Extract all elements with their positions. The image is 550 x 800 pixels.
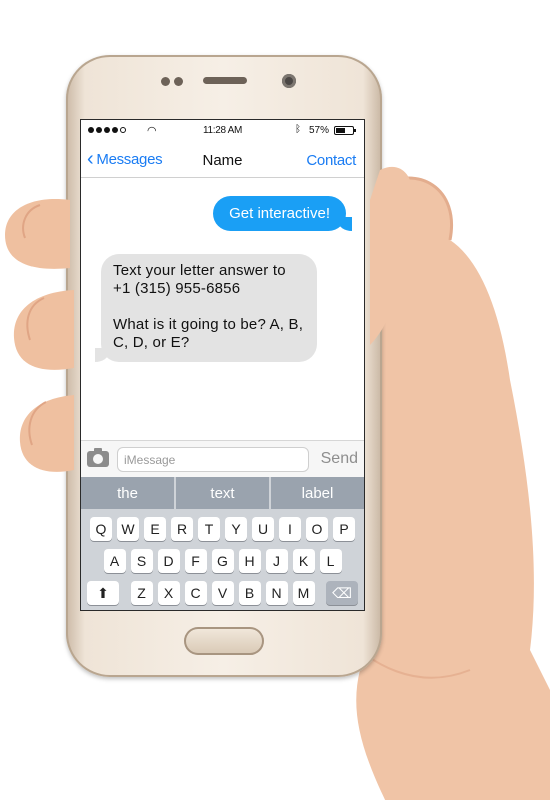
backspace-icon: ⌫ <box>332 584 352 601</box>
letter-key[interactable]: Z <box>130 581 153 605</box>
letter-key[interactable]: X <box>157 581 180 605</box>
front-camera <box>282 74 296 88</box>
bluetooth-icon: ᛒ <box>295 124 301 135</box>
letter-key[interactable]: Y <box>225 517 247 541</box>
letter-key[interactable]: U <box>252 517 274 541</box>
letter-key[interactable]: N <box>265 581 288 605</box>
suggestion-item[interactable]: the <box>81 477 176 509</box>
letter-key[interactable]: H <box>238 549 261 573</box>
letter-key[interactable]: C <box>184 581 207 605</box>
letter-key[interactable]: W <box>117 517 139 541</box>
letter-key[interactable]: A <box>103 549 126 573</box>
on-screen-keyboard: the text label QWERTYUIOP ASDFGHJKL ⬆ ZX… <box>81 477 364 610</box>
conversation-header: ‹ Messages Name Contact <box>81 142 364 178</box>
outgoing-message-text: Get interactive! <box>229 205 330 222</box>
earpiece-speaker <box>203 77 247 84</box>
compose-bar: Send <box>81 440 364 477</box>
battery-icon <box>334 126 356 135</box>
letter-key[interactable]: Q <box>90 517 112 541</box>
letter-key[interactable]: I <box>279 517 301 541</box>
contact-button[interactable]: Contact <box>306 152 356 169</box>
letter-key[interactable]: S <box>130 549 153 573</box>
status-bar: ◠ 11:28 AM ᛒ 57% <box>81 120 364 142</box>
suggestion-item[interactable]: text <box>176 477 271 509</box>
incoming-message-bubble: Text your letter answer to +1 (315) 955-… <box>95 254 317 362</box>
keyboard-row-1: QWERTYUIOP <box>81 517 364 541</box>
imessage-input[interactable] <box>117 447 309 472</box>
letter-key[interactable]: V <box>211 581 234 605</box>
incoming-message-line: Text your letter answer to +1 (315) 955-… <box>113 262 286 297</box>
letter-key[interactable]: F <box>184 549 207 573</box>
chevron-left-icon: ‹ <box>87 148 94 170</box>
letter-key[interactable]: E <box>144 517 166 541</box>
battery-percentage: 57% <box>309 125 330 136</box>
letter-key[interactable]: M <box>292 581 315 605</box>
letter-key[interactable]: D <box>157 549 180 573</box>
keyboard-row-2: ASDFGHJKL <box>81 549 364 573</box>
predictive-text-bar: the text label <box>81 477 364 509</box>
keyboard-row-3: ⬆ ZXCVBNM ⌫ <box>81 581 364 605</box>
message-thread: Get interactive! Text your letter answer… <box>81 178 364 440</box>
sensor-dot <box>161 77 170 86</box>
letter-key[interactable]: G <box>211 549 234 573</box>
letter-key[interactable]: R <box>171 517 193 541</box>
letter-key[interactable]: T <box>198 517 220 541</box>
outgoing-message-bubble: Get interactive! <box>213 196 352 231</box>
smartphone: ◠ 11:28 AM ᛒ 57% ‹ Messages Name Contact… <box>66 55 382 677</box>
home-button[interactable] <box>184 627 264 655</box>
suggestion-item[interactable]: label <box>271 477 364 509</box>
shift-arrow-icon: ⬆ <box>97 584 109 601</box>
sensor-dot <box>174 77 183 86</box>
letter-key[interactable]: L <box>319 549 342 573</box>
backspace-key[interactable]: ⌫ <box>326 581 358 605</box>
camera-icon[interactable] <box>87 448 109 467</box>
battery-level-fill <box>336 128 346 133</box>
phone-screen: ◠ 11:28 AM ᛒ 57% ‹ Messages Name Contact… <box>81 120 364 610</box>
back-button-label: Messages <box>96 150 163 168</box>
letter-key[interactable]: O <box>306 517 328 541</box>
letter-key[interactable]: J <box>265 549 288 573</box>
incoming-message-line: What is it going to be? A, B, C, D, or E… <box>113 316 304 351</box>
letter-key[interactable]: B <box>238 581 261 605</box>
shift-key[interactable]: ⬆ <box>87 581 119 605</box>
letter-key[interactable]: P <box>333 517 355 541</box>
letter-key[interactable]: K <box>292 549 315 573</box>
back-to-messages-button[interactable]: ‹ Messages <box>87 148 163 170</box>
send-button[interactable]: Send <box>321 450 358 468</box>
